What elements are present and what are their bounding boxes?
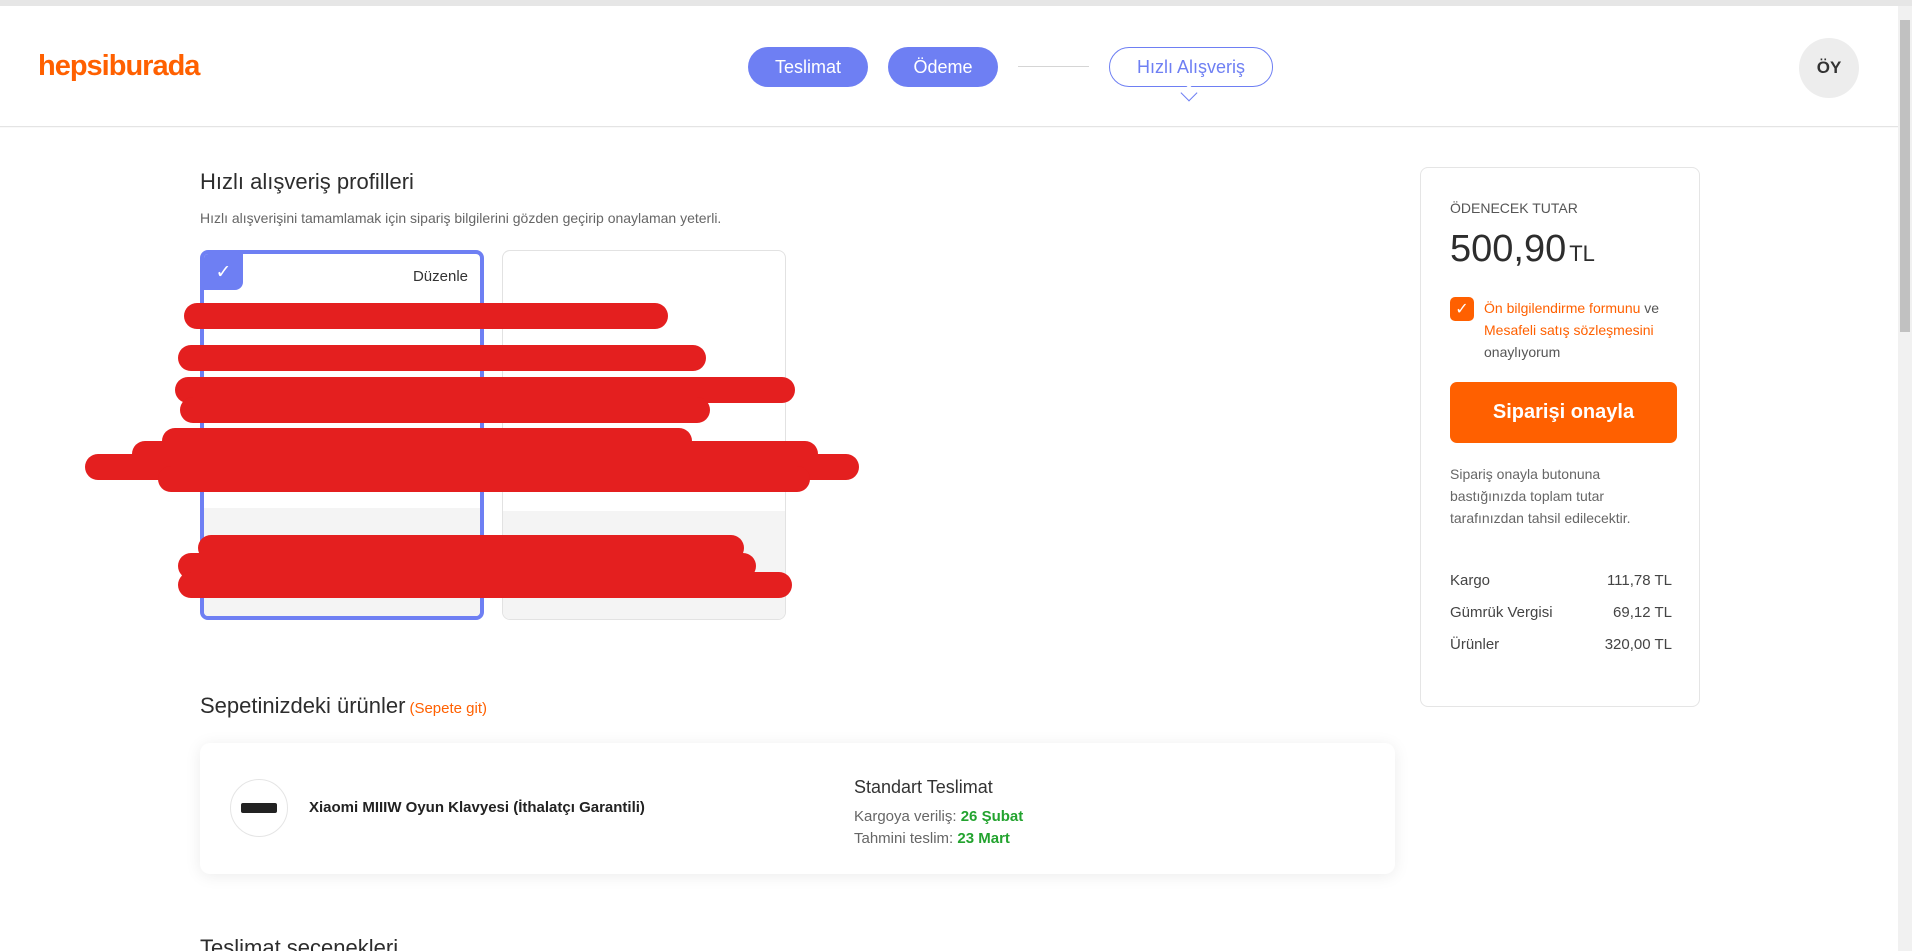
summary-row-label: Kargo	[1450, 572, 1491, 589]
ship-date-line: Kargoya veriliş: 26 Şubat	[854, 808, 1023, 825]
basket-title-text: Sepetinizdeki ürünler	[200, 693, 406, 718]
header: hepsiburada Teslimat Ödeme Hızlı Alışver…	[0, 6, 1898, 127]
step-teslimat[interactable]: Teslimat	[748, 47, 868, 87]
preliminary-info-link[interactable]: Ön bilgilendirme formunu	[1484, 300, 1640, 316]
confirm-order-button[interactable]: Siparişi onayla	[1450, 382, 1677, 443]
redaction-mark	[184, 303, 668, 329]
ship-date: 26 Şubat	[960, 808, 1024, 825]
go-to-basket-link[interactable]: (Sepete git)	[409, 700, 487, 717]
delivery-type: Standart Teslimat	[854, 777, 993, 797]
product-thumbnail[interactable]	[230, 779, 288, 837]
amount-number: 500,90	[1450, 228, 1567, 270]
active-step-pointer	[1180, 84, 1198, 102]
avatar[interactable]: ÖY	[1799, 38, 1859, 98]
confirm-note: Sipariş onayla butonuna bastığınızda top…	[1450, 466, 1631, 526]
agreement-text: Ön bilgilendirme formunu ve Mesafeli sat…	[1484, 297, 1684, 363]
summary-row-value: 320,00 TL	[1604, 636, 1672, 653]
step-hizli-alisveris[interactable]: Hızlı Alışveriş	[1109, 47, 1273, 87]
check-icon: ✓	[1455, 301, 1469, 318]
product-name[interactable]: Xiaomi MIIIW Oyun Klavyesi (İthalatçı Ga…	[309, 799, 645, 816]
step-connector	[1018, 66, 1089, 67]
profiles-subtitle: Hızlı alışverişini tamamlamak için sipar…	[200, 210, 722, 226]
summary-row-value: 69,12 TL	[1613, 604, 1672, 621]
delivery-options-title: Teslimat seçenekleri	[200, 935, 399, 951]
agreement-checkbox[interactable]: ✓	[1450, 297, 1474, 321]
estimate-date: 23 Mart	[957, 830, 1010, 847]
summary-row-label: Ürünler	[1450, 636, 1500, 653]
agreement-tail: onaylıyorum	[1484, 344, 1561, 360]
distance-sales-link[interactable]: Mesafeli satış sözleşmesini	[1484, 322, 1654, 338]
summary-row-label: Gümrük Vergisi	[1450, 604, 1553, 621]
basket-title: Sepetinizdeki ürünler (Sepete git)	[200, 693, 487, 719]
redaction-mark	[180, 397, 710, 423]
redaction-mark	[158, 466, 810, 492]
step-odeme[interactable]: Ödeme	[888, 47, 998, 87]
ship-date-label: Kargoya veriliş:	[854, 808, 957, 825]
redaction-mark	[178, 345, 706, 371]
amount-currency: TL	[1569, 241, 1595, 266]
keyboard-image	[241, 803, 277, 813]
amount-value: 500,90 TL	[1450, 228, 1595, 271]
check-icon: ✓	[204, 254, 243, 290]
scrollbar-thumb[interactable]	[1900, 20, 1910, 332]
estimate-date-line: Tahmini teslim: 23 Mart	[854, 830, 1010, 847]
logo[interactable]: hepsiburada	[38, 50, 200, 83]
order-summary: ÖDENECEK TUTAR 500,90 TL ✓ Ön bilgilendir…	[1420, 167, 1700, 707]
amount-label: ÖDENECEK TUTAR	[1450, 200, 1578, 216]
agreement-ve: ve	[1644, 300, 1660, 316]
estimate-date-label: Tahmini teslim:	[854, 830, 954, 847]
summary-row-kargo: Kargo 111,78 TL	[1450, 572, 1672, 589]
redaction-mark	[178, 572, 792, 598]
summary-row-gumruk: Gümrük Vergisi 69,12 TL	[1450, 604, 1672, 621]
summary-row-value: 111,78 TL	[1606, 572, 1672, 589]
profiles-title: Hızlı alışveriş profilleri	[200, 169, 414, 194]
summary-row-urunler: Ürünler 320,00 TL	[1450, 636, 1672, 653]
edit-profile-button[interactable]: Düzenle	[413, 268, 468, 285]
basket-item-card: Xiaomi MIIIW Oyun Klavyesi (İthalatçı Ga…	[200, 743, 1395, 874]
